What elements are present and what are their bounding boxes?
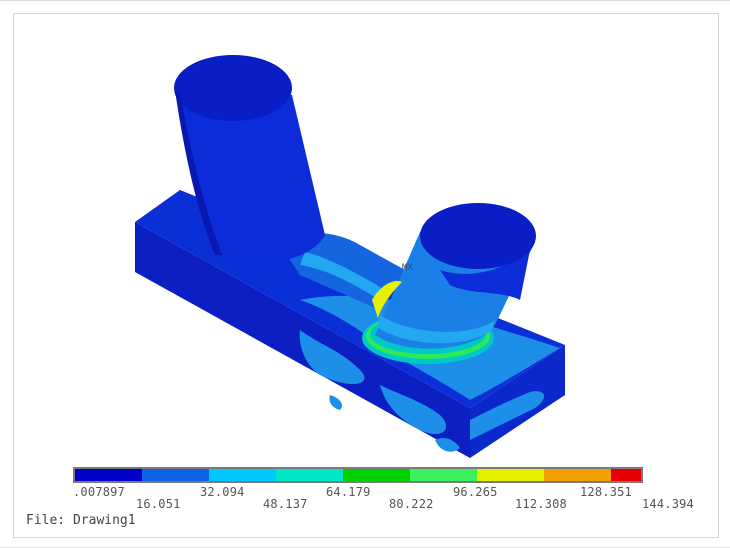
legend-swatch-9 [610,469,642,481]
legend-swatch-1 [75,469,142,481]
contour-legend-bar [73,467,643,483]
file-name-label: File: Drawing1 [26,513,136,528]
legend-swatch-6 [409,469,477,481]
legend-swatch-5 [342,469,410,481]
legend-tick-bottom-3: 80.222 [389,497,434,511]
fea-model-plot[interactable] [0,0,730,548]
legend-tick-top-1: .007897 [73,485,125,499]
legend-tick-bottom-4: 112.308 [515,497,567,511]
right-cylinder-top [420,203,536,269]
legend-swatch-2 [141,469,209,481]
legend-tick-top-3: 64.179 [326,485,371,499]
legend-swatch-4 [275,469,343,481]
left-cylinder-top [174,55,292,121]
legend-tick-top-4: 96.265 [453,485,498,499]
legend-swatch-7 [476,469,544,481]
legend-tick-top-2: 32.094 [200,485,245,499]
legend-swatch-8 [543,469,611,481]
legend-tick-top-5: 128.351 [580,485,632,499]
legend-tick-bottom-5: 144.394 [642,497,694,511]
max-marker-label: MX [402,263,413,273]
legend-tick-bottom-1: 16.051 [136,497,181,511]
legend-swatch-3 [208,469,276,481]
legend-tick-bottom-2: 48.137 [263,497,308,511]
